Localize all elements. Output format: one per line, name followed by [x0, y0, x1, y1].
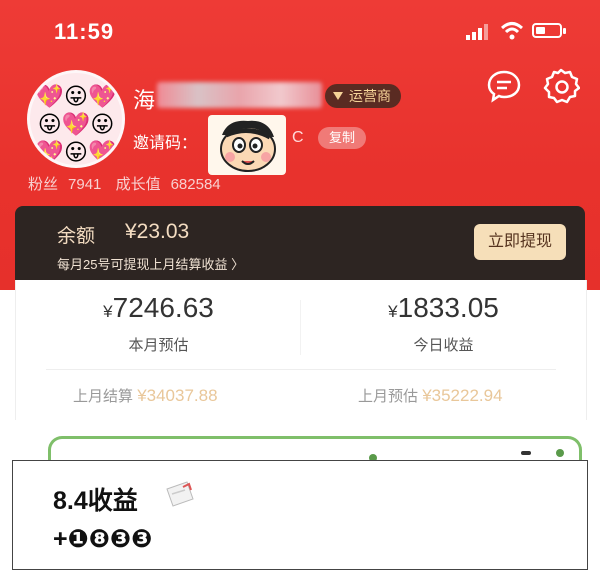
month-value: 7246.63 [112, 292, 214, 323]
today-value: 1833.05 [397, 292, 499, 323]
withdraw-button[interactable]: 立即提现 [474, 224, 566, 260]
today-currency: ¥ [388, 302, 398, 321]
gear-icon[interactable] [542, 67, 580, 105]
cartoon-sticker [208, 115, 286, 175]
avatar[interactable]: 💖😛💖😛💖😛💖😛💖😛💖😛 [27, 70, 125, 168]
invite-code-label: 邀请码： [133, 135, 198, 152]
today-label: 今日收益 [413, 337, 474, 354]
wifi-icon [500, 22, 524, 40]
overlay-title: 8.4收益 [53, 487, 138, 515]
role-badge: 运营商 [325, 84, 401, 108]
battery-icon [532, 23, 566, 38]
cartoon-face-icon [220, 120, 276, 172]
balance-card: 余额 ¥23.03 每月25号可提现上月结算收益 〉 立即提现 [15, 206, 585, 280]
triangle-icon [333, 92, 343, 100]
balance-value: ¥23.03 [125, 220, 190, 243]
status-bar: 11:59 [0, 0, 600, 56]
decor-dot [521, 451, 531, 455]
divider [46, 369, 556, 370]
clock: 11:59 [54, 19, 115, 44]
last-settle-label: 上月结算 [73, 388, 134, 405]
fans-label: 粉丝 [28, 176, 59, 193]
today-earnings[interactable]: ¥1833.05 今日收益 [301, 292, 586, 355]
last-settle-value: ¥34037.88 [137, 386, 218, 405]
profile-stats: 粉丝 7941 成长值 682584 [28, 173, 231, 194]
decor-dot [556, 449, 564, 457]
last-settle: 上月结算 ¥34037.88 [73, 385, 218, 406]
growth-label: 成长值 [115, 176, 161, 193]
last-estimate-label: 上月预估 [358, 388, 419, 405]
month-label: 本月预估 [128, 337, 189, 354]
earnings-card: ¥7246.63 本月预估 ¥1833.05 今日收益 上月结算 ¥34037.… [15, 280, 587, 420]
last-estimate-value: ¥35222.94 [422, 386, 503, 405]
fans-value: 7941 [68, 176, 102, 193]
signal-icon [466, 24, 488, 40]
role-badge-label: 运营商 [349, 88, 391, 104]
message-icon[interactable] [486, 68, 522, 104]
user-name: 海 [133, 88, 156, 113]
copy-button[interactable]: 复制 [318, 127, 367, 149]
withdraw-note-link[interactable]: 每月25号可提现上月结算收益 〉 [57, 254, 244, 273]
month-currency: ¥ [103, 302, 113, 321]
last-estimate: 上月预估 ¥35222.94 [358, 385, 503, 406]
redacted-name [157, 82, 322, 108]
month-estimate[interactable]: ¥7246.63 本月预估 [16, 292, 301, 355]
growth-value: 682584 [170, 176, 221, 193]
earnings-overlay-panel: 8.4收益 +❶❽❸❸ [12, 460, 588, 570]
overlay-amount: +❶❽❸❸ [53, 525, 153, 553]
memo-icon [166, 481, 194, 507]
balance-label: 余额 [57, 226, 96, 247]
invite-code-value: C [292, 129, 304, 146]
